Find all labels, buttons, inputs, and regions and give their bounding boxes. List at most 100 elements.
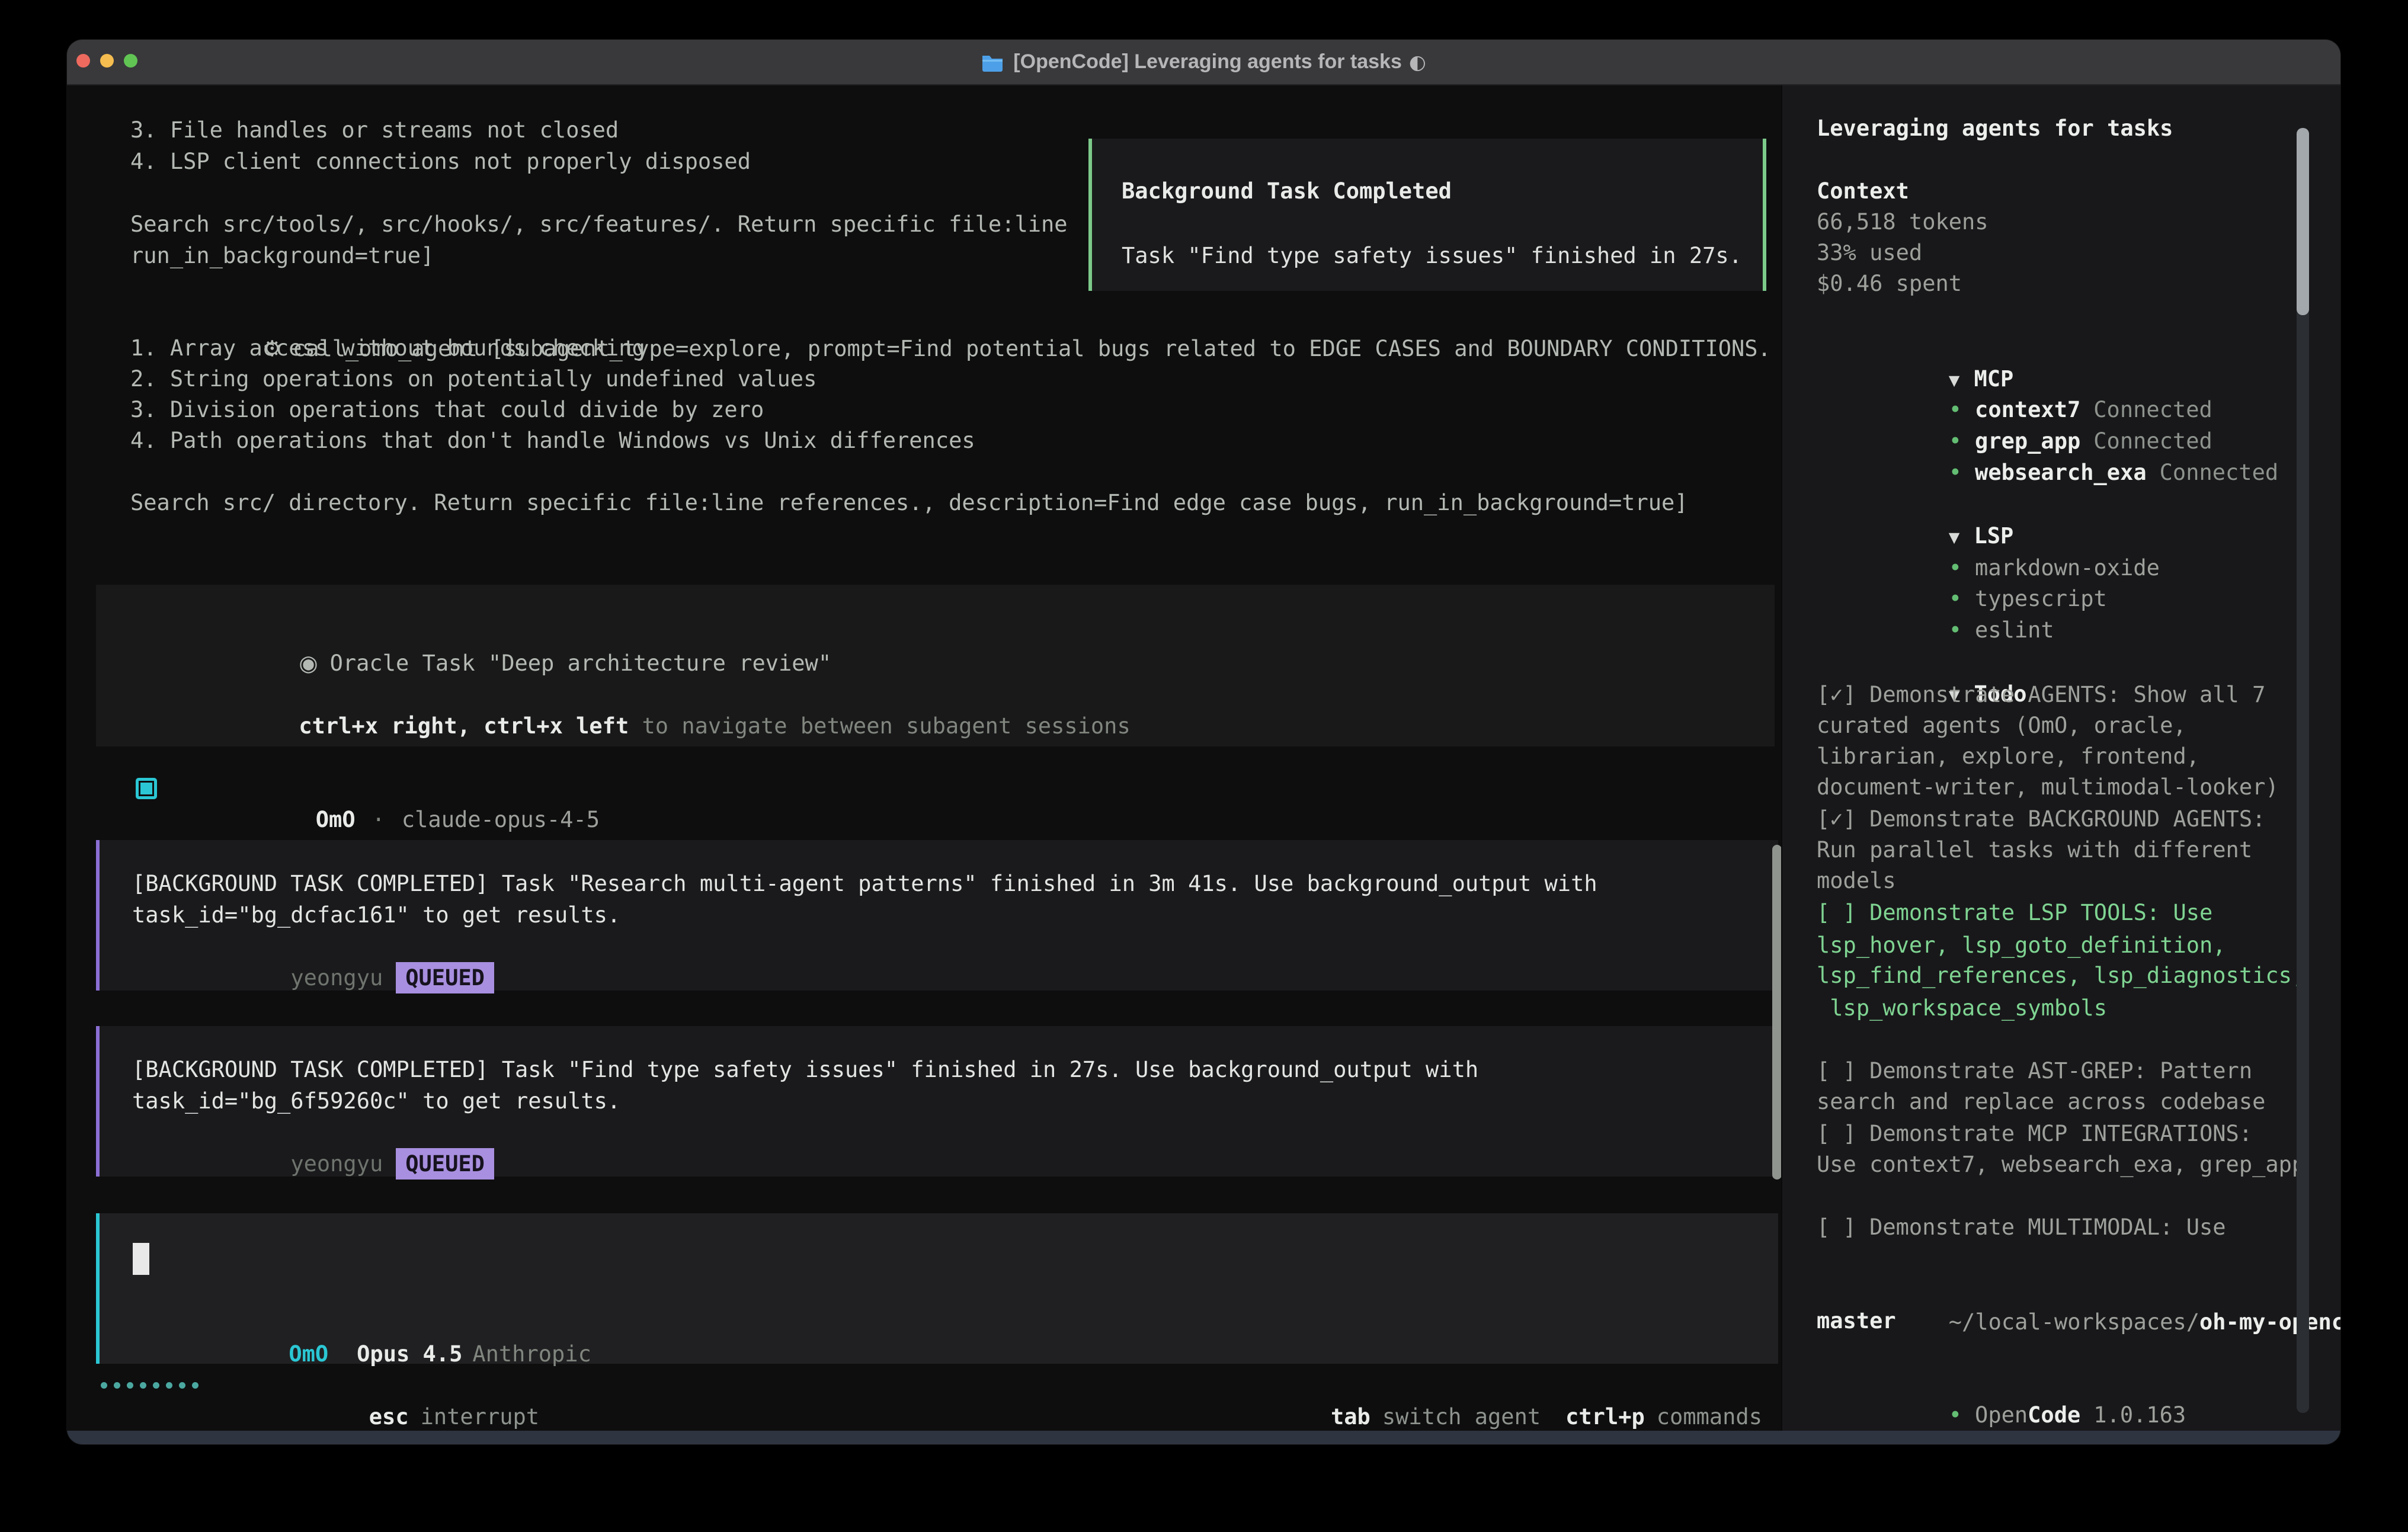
activity-spinner-dots — [101, 1370, 198, 1401]
mcp-item: •grep_appConnected — [1817, 394, 2212, 425]
main-scrollbar-thumb[interactable] — [1772, 845, 1781, 1180]
tab-action-label: switch agent — [1382, 1404, 1541, 1430]
tool-call-item: 1. Array access without bounds checking — [130, 332, 645, 364]
scrollback-line: 3. File handles or streams not closed — [130, 114, 619, 146]
bullet-icon: • — [1949, 1402, 1962, 1428]
task-message-line2: task_id="bg_dcfac161" to get results. — [132, 899, 620, 931]
ctrlp-action-label: commands — [1657, 1404, 1762, 1430]
todo-line-active: [ ] Demonstrate LSP TOOLS: Use — [1817, 897, 2212, 928]
author-label: yeongyu — [290, 965, 383, 991]
tool-call-header: ⚙call_omo_agent [subagent_type=explore, … — [130, 302, 1781, 333]
session-state-icon: ◐ — [1409, 50, 1426, 73]
mcp-item-status: Connected — [2160, 460, 2278, 485]
todo-line: curated agents (OmO, oracle, — [1817, 710, 2186, 741]
todo-line: Run parallel tasks with different — [1817, 834, 2252, 866]
workspace-path: ~/local-workspaces/oh-my-opencode: — [1817, 1275, 2340, 1306]
version-line: •OpenCode1.0.163 — [1817, 1368, 2186, 1399]
statusbar-left: escinterrupt — [237, 1370, 539, 1401]
todo-line: document-writer, multimodal-looker) — [1817, 771, 2279, 803]
background-task-toast: Background Task Completed Task "Find typ… — [1088, 139, 1766, 291]
desktop-background: [OpenCode] Leveraging agents for tasks ◐… — [0, 0, 2408, 1532]
folder-icon — [981, 53, 1004, 72]
titlebar[interactable]: [OpenCode] Leveraging agents for tasks ◐ — [67, 40, 2340, 85]
context-spent: $0.46 spent — [1817, 268, 1962, 299]
separator-dot: · — [372, 807, 385, 832]
todo-section-header[interactable]: ▼Todo — [1817, 647, 2027, 678]
scrollback-line: run_in_background=true] — [130, 240, 434, 271]
todo-line-active: lsp_workspace_symbols — [1817, 992, 2107, 1024]
hint-key-left: ctrl+x left — [483, 713, 629, 739]
scrollback-line: 4. LSP client connections not properly d… — [130, 146, 751, 177]
window-bottom-edge — [67, 1431, 2340, 1444]
context-tokens: 66,518 tokens — [1817, 206, 1988, 238]
lsp-item: •markdown-oxide — [1817, 521, 2160, 552]
input-agent-label[interactable]: OmO — [289, 1341, 328, 1367]
oracle-task-title: Oracle Task "Deep architecture review" — [330, 650, 831, 676]
ctrlp-key-hint: ctrl+p — [1565, 1404, 1645, 1430]
window-title: [OpenCode] Leveraging agents for tasks — [1013, 50, 1402, 73]
mcp-item: •websearch_exaConnected — [1817, 425, 2278, 457]
hint-text: to navigate between subagent sessions — [629, 713, 1130, 739]
tool-call-item: 4. Path operations that don't handle Win… — [130, 425, 975, 456]
window-body: 3. File handles or streams not closed 4.… — [67, 85, 2340, 1431]
version-number: 1.0.163 — [2093, 1402, 2186, 1428]
mcp-item: •context7Connected — [1817, 363, 2212, 394]
status-badge: QUEUED — [396, 1148, 494, 1180]
todo-line: [✓] Demonstrate AGENTS: Show all 7 — [1817, 679, 2265, 710]
todo-line: [ ] Demonstrate MCP INTEGRATIONS: — [1817, 1118, 2252, 1149]
navigation-hint: ctrl+x right, ctrl+x left to navigate be… — [140, 679, 1131, 710]
terminal-main: 3. File handles or streams not closed 4.… — [67, 85, 1781, 1431]
oracle-task-panel[interactable]: ◉Oracle Task "Deep architecture review" … — [96, 585, 1775, 746]
radio-icon: ◉ — [299, 650, 318, 676]
scrollback-line: Search src/tools/, src/hooks/, src/featu… — [130, 209, 1068, 240]
toast-body: Task "Find type safety issues" finished … — [1122, 240, 1742, 271]
mcp-item-name: websearch_exa — [1975, 460, 2147, 485]
todo-line-active: lsp_hover, lsp_goto_definition, — [1817, 930, 2226, 961]
todo-line: [ ] Demonstrate AST-GREP: Pattern — [1817, 1055, 2252, 1086]
opencode-window: [OpenCode] Leveraging agents for tasks ◐… — [67, 40, 2340, 1444]
bullet-icon: • — [1949, 617, 1962, 643]
lsp-item-name: eslint — [1975, 617, 2054, 643]
statusbar-right: tabswitch agentctrl+pcommands — [1199, 1370, 1762, 1401]
todo-line: models — [1817, 865, 1896, 896]
agent-cursor-icon — [136, 778, 157, 799]
tab-key-hint: tab — [1331, 1404, 1370, 1430]
lsp-item: •eslint — [1817, 583, 2054, 614]
task-message-meta: yeongyuQUEUED — [132, 931, 494, 962]
todo-line: search and replace across codebase — [1817, 1086, 2265, 1117]
author-label: yeongyu — [290, 1151, 383, 1177]
workspace-repo: oh-my-opencode: — [2199, 1309, 2340, 1335]
title-area: [OpenCode] Leveraging agents for tasks ◐ — [67, 40, 2340, 84]
tool-call-item: 2. String operations on potentially unde… — [130, 363, 816, 395]
task-message-line1: [BACKGROUND TASK COMPLETED] Task "Resear… — [132, 868, 1597, 899]
sidebar-scrollbar-track[interactable] — [2297, 128, 2309, 1413]
input-model-label[interactable]: Opus 4.5 — [357, 1341, 462, 1367]
session-title: Leveraging agents for tasks — [1817, 113, 2173, 144]
esc-key-hint: esc — [369, 1404, 409, 1430]
bullet-icon: • — [1949, 460, 1962, 485]
todo-line: [ ] Demonstrate MULTIMODAL: Use — [1817, 1212, 2226, 1243]
tool-call-footer: Search src/ directory. Return specific f… — [130, 487, 1688, 518]
input-provider-label: Anthropic — [472, 1341, 591, 1367]
version-name-suffix: Code — [2028, 1402, 2080, 1428]
context-heading: Context — [1817, 175, 1909, 207]
todo-line: [✓] Demonstrate BACKGROUND AGENTS: — [1817, 803, 2265, 835]
agent-name: OmO — [316, 807, 356, 832]
task-message: [BACKGROUND TASK COMPLETED] Task "Find t… — [96, 1026, 1778, 1177]
input-meta-row: OmOOpus 4.5Anthropic — [130, 1307, 591, 1338]
workspace-branch: master — [1817, 1305, 1896, 1337]
task-message: [BACKGROUND TASK COMPLETED] Task "Resear… — [96, 840, 1778, 991]
lsp-section-header[interactable]: ▼LSP — [1817, 489, 2013, 520]
sidebar-scrollbar-thumb[interactable] — [2297, 128, 2309, 315]
todo-line-active: lsp_find_references, lsp_diagnostics, — [1817, 960, 2305, 991]
text-cursor — [133, 1243, 149, 1275]
prompt-input[interactable]: OmO Opus 4.5 Anthropic — [96, 1213, 1778, 1364]
esc-action-label: interrupt — [421, 1404, 539, 1430]
sidebar: Leveraging agents for tasks Context 66,5… — [1781, 85, 2340, 1431]
lsp-item: •typescript — [1817, 552, 2107, 583]
mcp-section-header[interactable]: ▼MCP — [1817, 332, 2013, 363]
context-used: 33% used — [1817, 237, 1922, 268]
workspace-path-dim: ~/local-workspaces/ — [1949, 1309, 2199, 1335]
oracle-task-title-line: ◉Oracle Task "Deep architecture review" — [140, 616, 831, 648]
status-badge: QUEUED — [396, 962, 494, 993]
